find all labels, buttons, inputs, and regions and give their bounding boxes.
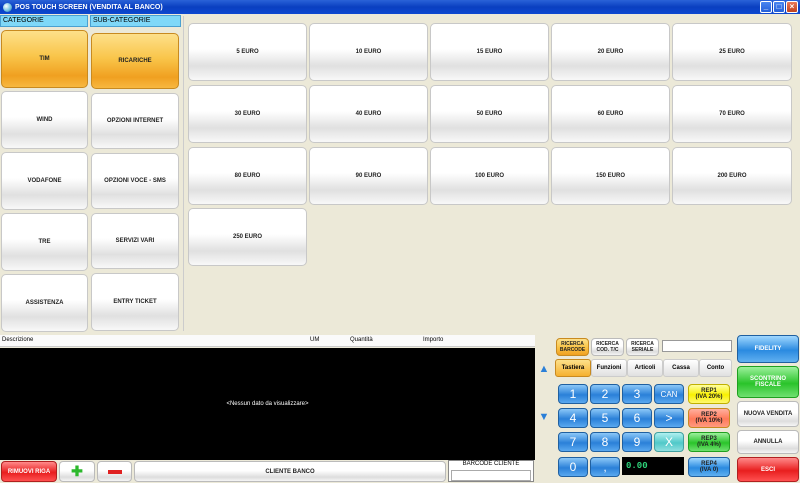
key-4[interactable]: 4 <box>558 408 588 428</box>
key-6[interactable]: 6 <box>622 408 652 428</box>
col-um[interactable]: UM <box>310 337 319 343</box>
category-wind[interactable]: WIND <box>1 91 88 149</box>
close-button[interactable]: × <box>786 1 798 13</box>
product-15-euro[interactable]: 15 EURO <box>430 23 549 81</box>
title-bar: POS TOUCH SCREEN (VENDITA AL BANCO) _ □ … <box>0 0 800 14</box>
ricerca-codtc-l2: COD. T/C <box>596 347 619 353</box>
product-60-euro[interactable]: 60 EURO <box>551 85 670 143</box>
keypad-tabs: Tastiera Funzioni Articoli Cassa Conto <box>555 359 732 377</box>
key-1[interactable]: 1 <box>558 384 588 404</box>
arrow-up-icon: ▲ <box>538 363 550 375</box>
product-150-euro[interactable]: 150 EURO <box>551 147 670 205</box>
subcategory-opzioni-voce-sms[interactable]: OPZIONI VOCE - SMS <box>91 153 179 209</box>
subcategory-ricariche[interactable]: RICARICHE <box>91 33 179 89</box>
key-8[interactable]: 8 <box>590 432 620 452</box>
product-70-euro[interactable]: 70 EURO <box>672 85 792 143</box>
sub-categorie-header: SUB-CATEGORIE <box>90 15 181 27</box>
category-tim[interactable]: TIM <box>1 30 88 88</box>
product-90-euro[interactable]: 90 EURO <box>309 147 428 205</box>
product-200-euro[interactable]: 200 EURO <box>672 147 792 205</box>
key-0[interactable]: 0 <box>558 457 588 477</box>
product-25-euro[interactable]: 25 EURO <box>672 23 792 81</box>
rep4-iva: (IVA 0) <box>699 467 719 473</box>
add-button[interactable]: ✚ <box>59 461 95 482</box>
tab-tastiera[interactable]: Tastiera <box>555 359 591 377</box>
ricerca-barcode-button[interactable]: RICERCA BARCODE <box>556 338 589 356</box>
product-100-euro[interactable]: 100 EURO <box>430 147 549 205</box>
tab-articoli[interactable]: Articoli <box>627 359 663 377</box>
esci-button[interactable]: ESCI <box>737 457 799 482</box>
app-icon <box>3 2 12 12</box>
barcode-cliente-box: BARCODE CLIENTE <box>448 460 534 482</box>
plus-icon: ✚ <box>71 463 83 479</box>
product-5-euro[interactable]: 5 EURO <box>188 23 307 81</box>
col-descrizione[interactable]: Descrizione <box>2 337 33 343</box>
category-vodafone[interactable]: VODAFONE <box>1 152 88 210</box>
window-title: POS TOUCH SCREEN (VENDITA AL BANCO) <box>15 3 163 11</box>
cliente-banco-button[interactable]: CLIENTE BANCO <box>134 461 446 482</box>
annulla-button[interactable]: ANNULLA <box>737 430 799 454</box>
rep1-button[interactable]: REP1 (IVA 20%) <box>688 384 730 404</box>
scroll-down-button[interactable]: ▼ <box>536 388 552 446</box>
rep3-iva: (IVA 4%) <box>697 442 721 448</box>
minus-icon <box>107 469 122 474</box>
barcode-cliente-label: BARCODE CLIENTE <box>462 461 520 467</box>
rep3-button[interactable]: REP3 (IVA 4%) <box>688 432 730 452</box>
product-50-euro[interactable]: 50 EURO <box>430 85 549 143</box>
subcategory-opzioni-internet[interactable]: OPZIONI INTERNET <box>91 93 179 149</box>
tab-funzioni[interactable]: Funzioni <box>591 359 627 377</box>
rep2-iva: (IVA 10%) <box>695 418 723 424</box>
key-comma[interactable]: , <box>590 457 620 477</box>
sales-grid: Descrizione UM Quantità Importo <Nessun … <box>0 335 535 460</box>
product-10-euro[interactable]: 10 EURO <box>309 23 428 81</box>
ricerca-seriale-l2: SERIALE <box>631 347 654 353</box>
scontrino-fiscale-button[interactable]: SCONTRINO FISCALE <box>737 366 799 398</box>
product-30-euro[interactable]: 30 EURO <box>188 85 307 143</box>
search-input[interactable] <box>662 340 732 352</box>
remove-button[interactable] <box>97 461 132 482</box>
product-80-euro[interactable]: 80 EURO <box>188 147 307 205</box>
key-3[interactable]: 3 <box>622 384 652 404</box>
maximize-button[interactable]: □ <box>773 1 785 13</box>
product-20-euro[interactable]: 20 EURO <box>551 23 670 81</box>
rep4-button[interactable]: REP4 (IVA 0) <box>688 457 730 477</box>
category-assistenza[interactable]: ASSISTENZA <box>1 274 88 332</box>
product-40-euro[interactable]: 40 EURO <box>309 85 428 143</box>
nuova-vendita-button[interactable]: NUOVA VENDITA <box>737 401 799 427</box>
ricerca-seriale-button[interactable]: RICERCA SERIALE <box>626 338 659 356</box>
categorie-header: CATEGORIE <box>0 15 88 27</box>
product-250-euro[interactable]: 250 EURO <box>188 208 307 266</box>
key-9[interactable]: 9 <box>622 432 652 452</box>
amount-display: 0.00 <box>622 457 684 475</box>
empty-message: <Nessun dato da visualizzare> <box>226 401 309 407</box>
barcode-cliente-input[interactable] <box>451 470 531 481</box>
grid-header: Descrizione UM Quantità Importo <box>0 335 535 347</box>
subcategory-entry-ticket[interactable]: ENTRY TICKET <box>91 273 179 331</box>
tab-conto[interactable]: Conto <box>699 359 732 377</box>
key-2[interactable]: 2 <box>590 384 620 404</box>
subcategory-servizi-vari[interactable]: SERVIZI VARI <box>91 213 179 269</box>
ricerca-barcode-l2: BARCODE <box>559 347 586 353</box>
fidelity-button[interactable]: FIDELITY <box>737 335 799 363</box>
key-clear[interactable]: X <box>654 432 684 452</box>
key-7[interactable]: 7 <box>558 432 588 452</box>
key-next[interactable]: > <box>654 408 684 428</box>
arrow-down-icon: ▼ <box>538 411 550 423</box>
rep1-iva: (IVA 20%) <box>695 394 723 400</box>
grid-body[interactable]: <Nessun dato da visualizzare> <box>0 348 535 460</box>
col-quantita[interactable]: Quantità <box>350 337 373 343</box>
col-importo[interactable]: Importo <box>423 337 443 343</box>
tab-cassa[interactable]: Cassa <box>663 359 699 377</box>
rimuovi-riga-button[interactable]: RIMUOVI RIGA <box>1 461 57 482</box>
rep2-button[interactable]: REP2 (IVA 10%) <box>688 408 730 428</box>
ricerca-codtc-button[interactable]: RICERCA COD. T/C <box>591 338 624 356</box>
category-tre[interactable]: TRE <box>1 213 88 271</box>
key-can[interactable]: CAN <box>654 384 684 404</box>
key-5[interactable]: 5 <box>590 408 620 428</box>
minimize-button[interactable]: _ <box>760 1 772 13</box>
scontrino-l2: FISCALE <box>755 382 781 388</box>
